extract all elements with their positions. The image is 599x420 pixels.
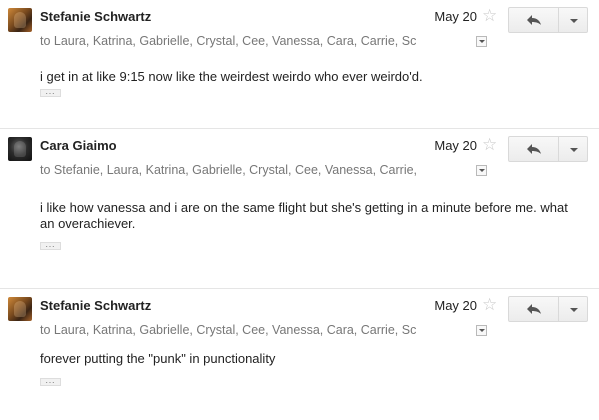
sender-name[interactable]: Cara Giaimo <box>40 138 117 153</box>
message-body: i get in at like 9:15 now like the weird… <box>40 69 423 84</box>
recipients: to Laura, Katrina, Gabrielle, Crystal, C… <box>40 323 417 337</box>
chevron-down-icon <box>570 308 578 312</box>
avatar[interactable] <box>8 8 32 32</box>
avatar-photo-shape <box>14 12 26 28</box>
star-icon[interactable]: ☆ <box>482 136 497 154</box>
recipients-dropdown-button[interactable] <box>476 36 487 47</box>
reply-icon <box>527 304 541 314</box>
recipients: to Laura, Katrina, Gabrielle, Crystal, C… <box>40 34 417 48</box>
show-trimmed-content-button[interactable]: ... <box>40 377 61 386</box>
avatar[interactable] <box>8 297 32 321</box>
recipients: to Stefanie, Laura, Katrina, Gabrielle, … <box>40 163 418 177</box>
recipients-dropdown-button[interactable] <box>476 325 487 336</box>
avatar-photo-shape <box>14 301 26 317</box>
message-item: Stefanie Schwartz May 20 ☆ to Laura, Kat… <box>0 0 599 128</box>
sender-name[interactable]: Stefanie Schwartz <box>40 298 151 313</box>
reply-icon <box>527 15 541 25</box>
message-item: Cara Giaimo May 20 ☆ to Stefanie, Laura,… <box>0 128 599 281</box>
message-actions <box>508 7 590 35</box>
reply-button[interactable] <box>508 296 559 322</box>
message-date: May 20 <box>434 298 477 313</box>
message-date: May 20 <box>434 138 477 153</box>
recipients-dropdown-button[interactable] <box>476 165 487 176</box>
more-button[interactable] <box>558 296 588 322</box>
chevron-down-icon <box>570 19 578 23</box>
show-trimmed-content-button[interactable]: ... <box>40 241 61 250</box>
more-button[interactable] <box>558 7 588 33</box>
avatar-photo-shape <box>14 141 26 157</box>
message-date: May 20 <box>434 9 477 24</box>
show-trimmed-content-button[interactable]: ... <box>40 88 61 97</box>
message-actions <box>508 136 590 164</box>
reply-button[interactable] <box>508 136 559 162</box>
message-body: forever putting the "punk" in punctional… <box>40 351 276 366</box>
message-item: Stefanie Schwartz May 20 ☆ to Laura, Kat… <box>0 288 599 420</box>
star-icon[interactable]: ☆ <box>482 296 497 314</box>
chevron-down-icon <box>570 148 578 152</box>
email-thread: Stefanie Schwartz May 20 ☆ to Laura, Kat… <box>0 0 599 420</box>
message-actions <box>508 296 590 324</box>
star-icon[interactable]: ☆ <box>482 7 497 25</box>
more-button[interactable] <box>558 136 588 162</box>
avatar[interactable] <box>8 137 32 161</box>
reply-icon <box>527 144 541 154</box>
reply-button[interactable] <box>508 7 559 33</box>
message-body: i like how vanessa and i are on the same… <box>40 200 568 231</box>
sender-name[interactable]: Stefanie Schwartz <box>40 9 151 24</box>
